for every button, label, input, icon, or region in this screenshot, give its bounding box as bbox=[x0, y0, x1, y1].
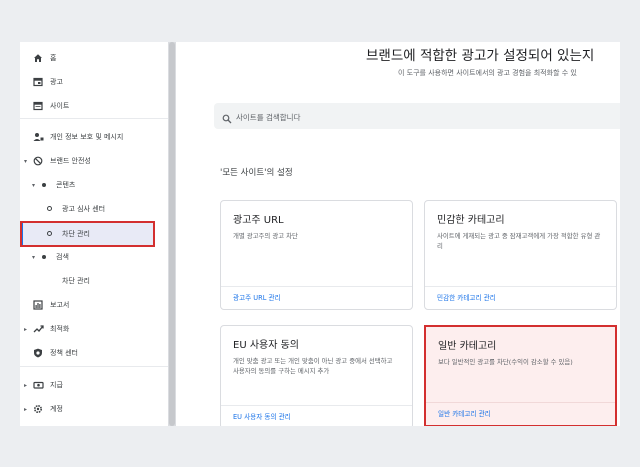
block-icon bbox=[32, 155, 44, 167]
shield-icon bbox=[32, 347, 44, 359]
sidebar-item-search[interactable]: ▾ 검색 bbox=[20, 246, 168, 268]
payments-icon bbox=[32, 379, 44, 391]
card-description: 보다 일반적인 광고를 차단(수익이 감소할 수 있음) bbox=[438, 358, 573, 366]
sidebar-item-label: 지급 bbox=[50, 381, 63, 389]
trending-up-icon bbox=[32, 323, 44, 335]
sensitive-categories-link[interactable]: 민감한 카테고리 관리 bbox=[437, 292, 496, 302]
card-title: 일반 카테고리 bbox=[438, 341, 497, 352]
advertiser-url-link[interactable]: 광고주 URL 관리 bbox=[233, 292, 281, 302]
search-icon bbox=[222, 109, 232, 124]
ad-icon bbox=[32, 76, 44, 88]
chevron-right-icon: ▸ bbox=[24, 405, 28, 413]
sidebar-item-label: 보고서 bbox=[50, 301, 70, 309]
page-title: 브랜드에 적합한 광고가 설정되어 있는지 bbox=[366, 48, 595, 64]
card-description: 개인 맞춤 광고 또는 개인 맞춤이 아닌 광고 중에서 선택하고 사용자의 동… bbox=[233, 357, 393, 375]
card-divider bbox=[221, 286, 412, 287]
sidebar-item-brand-safety[interactable]: ▾ 브랜드 안전성 bbox=[20, 150, 168, 172]
highlight-box bbox=[20, 221, 155, 247]
browser-icon bbox=[32, 100, 44, 112]
card-eu-consent: EU 사용자 동의 개인 맞춤 광고 또는 개인 맞춤이 아닌 광고 중에서 선… bbox=[220, 325, 413, 426]
sidebar-item-search-blocking[interactable]: 차단 관리 bbox=[20, 270, 168, 292]
chevron-right-icon: ▸ bbox=[24, 381, 28, 389]
chevron-down-icon: ▾ bbox=[32, 181, 36, 189]
eu-consent-link[interactable]: EU 사용자 동의 관리 bbox=[233, 411, 291, 421]
sidebar-item-label: 검색 bbox=[56, 253, 69, 261]
sidebar-item-account[interactable]: ▸ 계정 bbox=[20, 398, 168, 420]
sidebar-item-payments[interactable]: ▸ 지급 bbox=[20, 374, 168, 396]
sidebar-item-optimization[interactable]: ▸ 최적화 bbox=[20, 318, 168, 340]
sidebar-item-label: 브랜드 안전성 bbox=[50, 157, 91, 165]
sidebar-item-label: 차단 관리 bbox=[62, 277, 90, 285]
chevron-down-icon: ▾ bbox=[32, 253, 36, 261]
privacy-icon bbox=[32, 131, 44, 143]
chart-icon bbox=[32, 299, 44, 311]
sidebar-divider bbox=[20, 366, 168, 367]
sidebar-item-label: 계정 bbox=[50, 405, 63, 413]
card-general-categories: 일반 카테고리 보다 일반적인 광고를 차단(수익이 감소할 수 있음) 일반 … bbox=[424, 325, 617, 426]
chevron-right-icon: ▸ bbox=[24, 325, 28, 333]
sidebar-divider bbox=[20, 118, 168, 119]
search-input[interactable]: 사이트를 검색합니다 bbox=[214, 103, 620, 129]
sidebar-item-ad-review-center[interactable]: 광고 심사 센터 bbox=[20, 198, 168, 220]
card-title: EU 사용자 동의 bbox=[233, 340, 299, 351]
sidebar-item-label: 광고 bbox=[50, 78, 63, 86]
card-title: 광고주 URL bbox=[233, 215, 284, 226]
home-icon bbox=[32, 52, 44, 64]
sidebar-item-content[interactable]: ▾ 콘텐츠 bbox=[20, 174, 168, 196]
sidebar-item-label: 최적화 bbox=[50, 325, 70, 333]
gear-icon bbox=[32, 403, 44, 415]
card-description: 사이트에 게재되는 광고 중 잠재고객에게 가장 적합한 유형 관리 bbox=[437, 232, 601, 250]
bullet-icon bbox=[42, 255, 46, 259]
sidebar-item-home[interactable]: 홈 bbox=[20, 47, 168, 69]
card-divider bbox=[221, 405, 412, 406]
card-title: 민감한 카테고리 bbox=[437, 215, 505, 226]
circle-icon bbox=[47, 206, 52, 211]
card-divider bbox=[425, 286, 616, 287]
sidebar-item-label: 홈 bbox=[50, 54, 57, 62]
sidebar: 홈 광고 사이트 개인 정보 보호 및 메시지 ▾ 브랜드 안전성 ▾ 콘텐츠 … bbox=[20, 42, 168, 426]
sidebar-item-reports[interactable]: 보고서 bbox=[20, 294, 168, 316]
sidebar-item-sites[interactable]: 사이트 bbox=[20, 95, 168, 117]
general-categories-link[interactable]: 일반 카테고리 관리 bbox=[438, 408, 491, 418]
sidebar-item-policy-center[interactable]: 정책 센터 bbox=[20, 342, 168, 364]
sidebar-item-label: 사이트 bbox=[50, 102, 70, 110]
chevron-down-icon: ▾ bbox=[24, 157, 28, 165]
sidebar-item-label: 광고 심사 센터 bbox=[62, 205, 106, 213]
sidebar-item-label: 정책 센터 bbox=[50, 349, 78, 357]
sidebar-item-privacy[interactable]: 개인 정보 보호 및 메시지 bbox=[20, 126, 168, 148]
sidebar-item-ads[interactable]: 광고 bbox=[20, 71, 168, 93]
card-divider bbox=[426, 402, 615, 403]
sidebar-item-label: 콘텐츠 bbox=[56, 181, 76, 189]
scrollbar-thumb[interactable] bbox=[169, 42, 175, 426]
bullet-icon bbox=[42, 183, 46, 187]
card-description: 개별 광고주의 광고 차단 bbox=[233, 232, 298, 240]
main-content: 브랜드에 적합한 광고가 설정되어 있는지 이 도구를 사용하면 사이트에서의 … bbox=[176, 42, 620, 426]
sidebar-item-label: 개인 정보 보호 및 메시지 bbox=[50, 133, 124, 141]
sidebar-scrollbar[interactable] bbox=[168, 42, 176, 426]
page-description: 이 도구를 사용하면 사이트에서의 광고 경험을 최적화할 수 있 bbox=[398, 69, 577, 77]
card-sensitive-categories: 민감한 카테고리 사이트에 게재되는 광고 중 잠재고객에게 가장 적합한 유형… bbox=[424, 200, 617, 310]
search-placeholder: 사이트를 검색합니다 bbox=[236, 113, 301, 122]
card-advertiser-url: 광고주 URL 개별 광고주의 광고 차단 광고주 URL 관리 bbox=[220, 200, 413, 310]
app-frame: 홈 광고 사이트 개인 정보 보호 및 메시지 ▾ 브랜드 안전성 ▾ 콘텐츠 … bbox=[20, 42, 620, 426]
section-title: '모든 사이트'의 설정 bbox=[220, 168, 293, 178]
